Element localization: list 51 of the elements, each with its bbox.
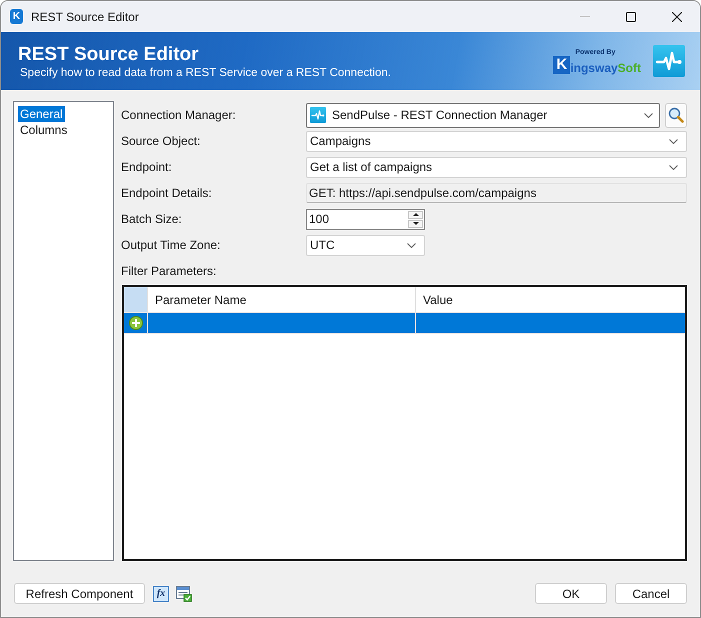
banner-title: REST Source Editor (18, 44, 200, 64)
expression-button[interactable]: fx (153, 586, 169, 602)
section-label: Filter Parameters: (120, 263, 216, 280)
sidebar-item[interactable]: Columns (18, 122, 70, 138)
number-field[interactable]: 100 (306, 208, 425, 230)
field-label: Endpoint: (120, 159, 173, 176)
dropdown-field[interactable]: Get a list of campaigns (306, 156, 687, 178)
dialog-button[interactable]: Cancel (615, 583, 687, 604)
add-row-icon[interactable] (128, 316, 142, 330)
connection-dropdown[interactable]: SendPulse - REST Connection Manager (306, 102, 660, 128)
refresh-component-button[interactable]: Refresh Component (14, 583, 145, 604)
field-label: Batch Size: (120, 211, 183, 228)
spin-down-button[interactable] (408, 220, 423, 228)
field-label: Output Time Zone: (120, 237, 222, 254)
chevron-down-icon (669, 138, 678, 144)
brand-accent: Soft (618, 62, 641, 74)
logo-initial: K (553, 56, 570, 74)
dropdown-value: SendPulse - REST Connection Manager (332, 107, 548, 124)
dropdown-field[interactable]: Campaigns (306, 130, 687, 152)
dropdown-field[interactable]: UTC (306, 234, 425, 256)
field-label: Connection Manager: (120, 107, 237, 124)
field-label: Source Object: (120, 133, 202, 150)
down-arrow-icon (412, 222, 418, 225)
dialog-button[interactable]: OK (535, 583, 607, 604)
dropdown-value: Get a list of campaigns (310, 159, 434, 176)
close-icon (672, 12, 682, 22)
pulse-icon (653, 45, 685, 77)
readonly-field: GET: https://api.sendpulse.com/campaigns (306, 183, 687, 203)
chevron-down-icon (644, 112, 653, 118)
brand-name: ingsway (570, 62, 618, 74)
maximize-icon (626, 12, 636, 22)
search-button[interactable] (665, 102, 687, 128)
app-icon: K (10, 9, 23, 24)
pulse-icon (310, 107, 326, 123)
window-title: REST Source Editor (31, 8, 139, 26)
new-row[interactable] (124, 313, 685, 334)
minimize-icon (580, 16, 590, 17)
sidebar-item[interactable]: General (18, 106, 65, 122)
banner-subtitle: Specify how to read data from a REST Service over a REST Connection. (20, 68, 391, 80)
chevron-down-icon (407, 242, 416, 248)
table-icon[interactable] (176, 586, 192, 602)
column-header[interactable]: Parameter Name (148, 287, 416, 312)
dropdown-value: Campaigns (310, 133, 372, 150)
spin-up-button[interactable] (408, 210, 423, 218)
dropdown-value: UTC (310, 237, 336, 254)
column-header[interactable]: Value (416, 287, 685, 312)
field-label: Endpoint Details: (120, 185, 213, 202)
up-arrow-icon (412, 213, 418, 216)
number-value: 100 (309, 211, 330, 228)
chevron-down-icon (669, 164, 678, 170)
search-icon (668, 107, 684, 123)
